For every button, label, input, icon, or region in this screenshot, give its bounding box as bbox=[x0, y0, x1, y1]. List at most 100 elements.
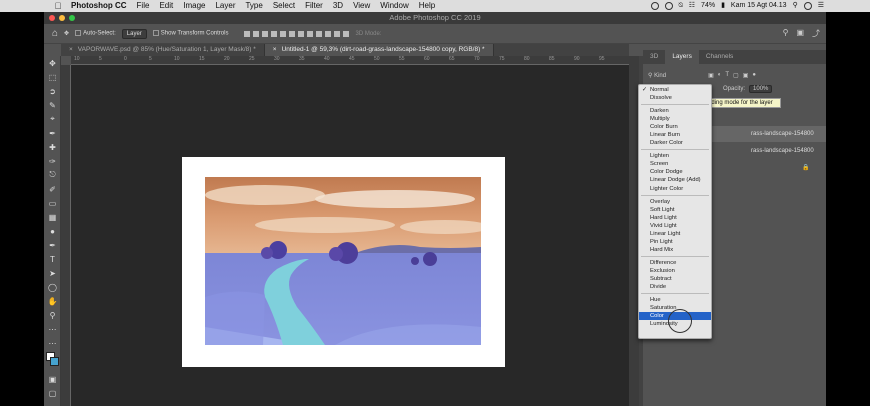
blend-mode-item[interactable]: Pin Light bbox=[639, 238, 711, 246]
dodge-tool-icon[interactable]: ● bbox=[44, 224, 61, 238]
edit-toolbar-icon[interactable]: ⋯ bbox=[44, 336, 61, 350]
blend-mode-item[interactable]: Color Dodge bbox=[639, 168, 711, 176]
hand-tool-icon[interactable]: ✋ bbox=[44, 294, 61, 308]
menu-3d[interactable]: 3D bbox=[328, 0, 348, 12]
canvas-area[interactable] bbox=[71, 65, 629, 406]
blend-mode-item[interactable]: Dissolve bbox=[639, 94, 711, 102]
blend-mode-item[interactable]: ✓ Normal bbox=[639, 86, 711, 94]
battery-icon[interactable]: ▮ bbox=[721, 0, 725, 12]
menu-image[interactable]: Image bbox=[178, 0, 210, 12]
menu-type[interactable]: Type bbox=[240, 0, 267, 12]
smart-filter-icon[interactable]: ▣ bbox=[743, 72, 749, 79]
blend-mode-item[interactable]: Linear Burn bbox=[639, 131, 711, 139]
menu-help[interactable]: Help bbox=[414, 0, 440, 12]
blend-mode-item[interactable]: Hard Light bbox=[639, 214, 711, 222]
close-window-button[interactable] bbox=[49, 15, 55, 21]
record-icon[interactable] bbox=[650, 2, 659, 10]
blend-mode-item[interactable]: Linear Dodge (Add) bbox=[639, 176, 711, 184]
auto-select-checkbox[interactable]: Auto-Select: bbox=[75, 30, 116, 37]
path-select-icon[interactable]: ➤ bbox=[44, 266, 61, 280]
blend-mode-item[interactable]: Vivid Light bbox=[639, 222, 711, 230]
move-tool-icon[interactable]: ✥ bbox=[64, 30, 69, 37]
menu-app[interactable]: Photoshop CC bbox=[66, 0, 132, 12]
eyedropper-icon[interactable]: ✒ bbox=[44, 126, 61, 140]
shape-filter-icon[interactable]: ▢ bbox=[733, 72, 739, 79]
close-tab-icon[interactable]: × bbox=[69, 46, 73, 53]
document-canvas[interactable] bbox=[182, 157, 505, 367]
landscape-photo[interactable] bbox=[205, 177, 481, 345]
wifi-icon[interactable]: ☷ bbox=[689, 0, 695, 12]
brush-tool-icon[interactable]: ✑ bbox=[44, 154, 61, 168]
adjustment-filter-icon[interactable]: ◐ bbox=[718, 72, 722, 78]
quick-select-icon[interactable]: ✎ bbox=[44, 98, 61, 112]
layer-dropdown[interactable]: Layer bbox=[121, 28, 147, 39]
share-icon[interactable]: ⤴ bbox=[812, 28, 820, 39]
tab-layers[interactable]: Layers bbox=[665, 50, 699, 64]
blend-mode-item[interactable]: Multiply bbox=[639, 115, 711, 123]
healing-brush-icon[interactable]: ✚ bbox=[44, 140, 61, 154]
ellipse-tool-icon[interactable]: ◯ bbox=[44, 280, 61, 294]
blend-mode-item[interactable]: Difference bbox=[639, 259, 711, 267]
eraser-icon[interactable]: ▭ bbox=[44, 196, 61, 210]
blend-mode-item[interactable]: Linear Light bbox=[639, 230, 711, 238]
transform-checkbox[interactable]: Show Transform Controls bbox=[152, 30, 228, 37]
tab-3d[interactable]: 3D bbox=[643, 50, 665, 64]
blend-mode-item[interactable]: Soft Light bbox=[639, 206, 711, 214]
menu-filter[interactable]: Filter bbox=[300, 0, 328, 12]
blend-mode-item[interactable]: Divide bbox=[639, 283, 711, 291]
spotlight-icon[interactable]: ⚲ bbox=[793, 0, 798, 12]
clone-stamp-icon[interactable]: ⎋ bbox=[44, 168, 61, 182]
blend-mode-item[interactable]: Subtract bbox=[639, 275, 711, 283]
pen-tool-icon[interactable]: ✒ bbox=[44, 238, 61, 252]
filter-toggle-icon[interactable]: ● bbox=[752, 72, 756, 78]
opacity-field[interactable]: 100% bbox=[749, 85, 773, 93]
home-icon[interactable]: ⌂ bbox=[52, 28, 58, 39]
zoom-tool-icon[interactable]: ⚲ bbox=[44, 308, 61, 322]
blend-mode-item[interactable]: Hard Mix bbox=[639, 246, 711, 254]
menu-edit[interactable]: Edit bbox=[154, 0, 178, 12]
user-icon[interactable] bbox=[803, 2, 812, 10]
type-tool-icon[interactable]: T bbox=[44, 252, 61, 266]
tab-untitled[interactable]: × Untitled-1 @ 59,3% (dirt-road-grass-lan… bbox=[264, 44, 494, 56]
bluetooth-icon[interactable]: ⍉ bbox=[679, 0, 683, 12]
menu-view[interactable]: View bbox=[348, 0, 375, 12]
blend-mode-item[interactable]: Hue bbox=[639, 296, 711, 304]
blend-mode-item[interactable]: Darker Color bbox=[639, 139, 711, 147]
menu-select[interactable]: Select bbox=[268, 0, 300, 12]
time-machine-icon[interactable] bbox=[664, 2, 673, 10]
more-tools-icon[interactable]: ⋯ bbox=[44, 322, 61, 336]
workspace-icon[interactable]: ▣ bbox=[796, 28, 804, 39]
gradient-tool-icon[interactable]: ▦ bbox=[44, 210, 61, 224]
blend-mode-menu[interactable]: ✓ Normal Dissolve Darken Multiply Color Burn L… bbox=[638, 84, 712, 339]
kind-filter[interactable]: ⚲ Kind bbox=[648, 72, 666, 79]
move-tool-icon[interactable]: ✥ bbox=[44, 56, 61, 70]
tab-vaporwave[interactable]: × VAPORWAVE.psd @ 85% (Hue/Saturation 1, … bbox=[61, 44, 265, 56]
blend-mode-item[interactable]: Lighten bbox=[639, 152, 711, 160]
pixel-filter-icon[interactable]: ▣ bbox=[708, 72, 714, 79]
screen-mode-icon[interactable]: ▢ bbox=[44, 386, 61, 400]
blend-mode-item[interactable]: Overlay bbox=[639, 198, 711, 206]
blend-mode-item[interactable]: Screen bbox=[639, 160, 711, 168]
align-buttons[interactable] bbox=[244, 30, 350, 37]
blend-mode-item[interactable]: Exclusion bbox=[639, 267, 711, 275]
menu-file[interactable]: File bbox=[132, 0, 155, 12]
menu-layer[interactable]: Layer bbox=[210, 0, 240, 12]
quick-mask-icon[interactable]: ▣ bbox=[44, 372, 61, 386]
minimize-window-button[interactable] bbox=[59, 15, 65, 21]
color-swatches[interactable] bbox=[44, 350, 61, 372]
datetime[interactable]: Kam 15 Agt 04.13 bbox=[731, 0, 787, 12]
blend-mode-item[interactable]: Darken bbox=[639, 107, 711, 115]
crop-tool-icon[interactable]: ⌖ bbox=[44, 112, 61, 126]
menu-window[interactable]: Window bbox=[375, 0, 413, 12]
lock-icon[interactable]: 🔒 bbox=[802, 160, 809, 176]
history-brush-icon[interactable]: ✐ bbox=[44, 182, 61, 196]
search-icon[interactable]: ⚲ bbox=[783, 28, 789, 39]
apple-icon[interactable]:  bbox=[50, 0, 66, 12]
menu-list-icon[interactable]: ☰ bbox=[818, 0, 824, 12]
marquee-tool-icon[interactable]: ⬚ bbox=[44, 70, 61, 84]
lasso-tool-icon[interactable]: ➲ bbox=[44, 84, 61, 98]
blend-mode-item[interactable]: Color Burn bbox=[639, 123, 711, 131]
tab-channels[interactable]: Channels bbox=[699, 50, 740, 64]
zoom-window-button[interactable] bbox=[69, 15, 75, 21]
close-tab-icon[interactable]: × bbox=[273, 46, 277, 53]
